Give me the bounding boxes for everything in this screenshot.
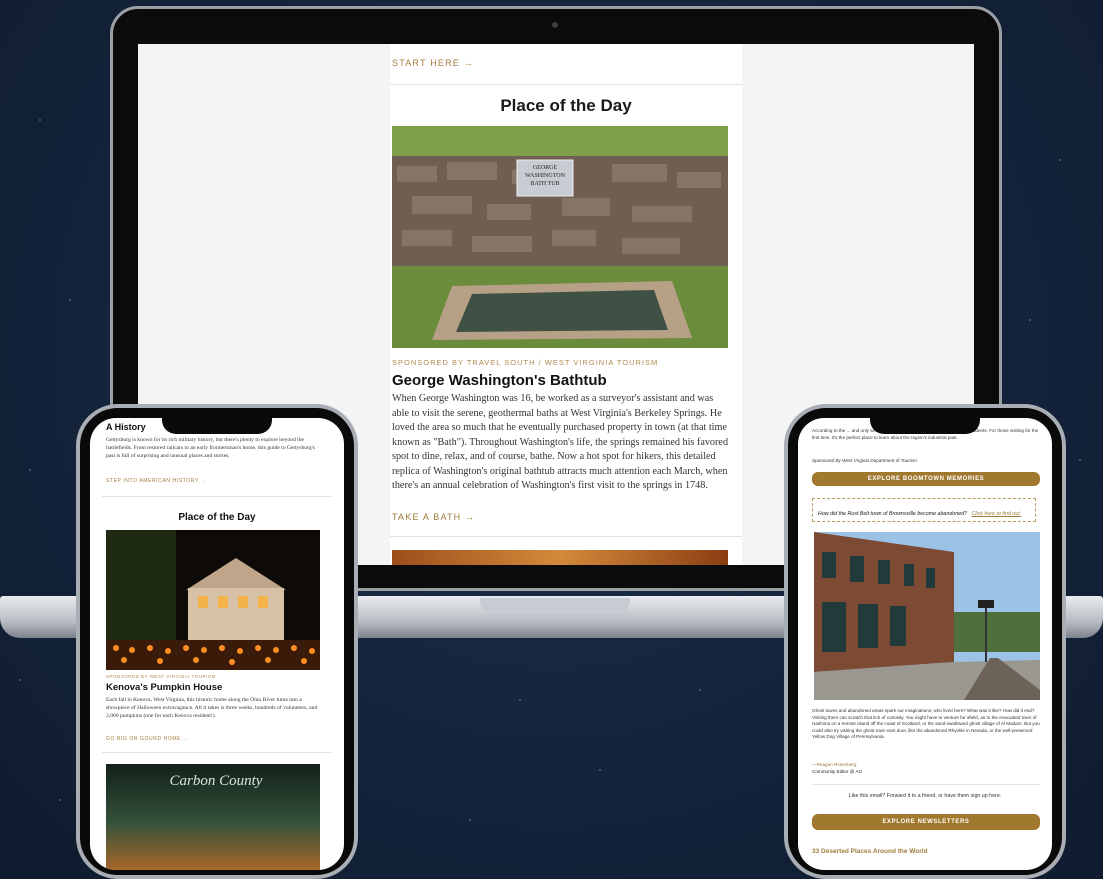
ghost-town-photo [814,532,1040,700]
sponsor-label: SPONSORED BY TRAVEL SOUTH / WEST VIRGINI… [392,358,659,367]
laptop-trackpad-notch [480,598,630,612]
callout-link[interactable]: Click here to find out. [971,511,1021,517]
pumpkin-body: Each fall in Kenova, West Virginia, this… [106,697,318,719]
american-history-link[interactable]: STEP INTO AMERICAN HISTORY → [106,478,206,484]
email-newsletter: START HERE → Place of the Day GEORGE WAS… [390,44,742,565]
divider [102,752,332,753]
next-article-photo [392,550,728,565]
left-phone-notch [162,414,272,434]
place-of-day-title: Place of the Day [178,512,256,523]
article-headline: George Washington's Bathtub [392,372,607,389]
tourism-sponsor: Sponsored By West Virginia Department of… [812,458,917,463]
carbon-county-poster: Carbon County [106,764,320,870]
pumpkin-headline: Kenova's Pumpkin House [106,682,223,693]
author-name: —Reagan Rosenberg [812,762,857,767]
gourd-home-link[interactable]: GO BIG OR GOURD HOME → [106,736,189,742]
author-role: Community Editor @ AO [812,769,863,774]
divider [390,84,742,85]
left-phone-screen: A History Gettysburg is known for its ri… [90,418,344,870]
pumpkin-house-photo [106,530,320,670]
history-heading: A History [106,422,146,432]
history-intro: Gettysburg is known for its rich militar… [106,437,315,459]
pumpkin-sponsor-label: SPONSORED BY WEST VIRGINIA TOURISM [106,674,216,679]
divider [390,536,742,537]
explore-newsletters-button[interactable]: EXPLORE NEWSLETTERS [812,814,1040,830]
right-phone-notch [870,414,980,434]
laptop-camera [552,22,558,28]
take-a-bath-link[interactable]: TAKE A BATH → [392,512,475,522]
callout-box: How did the Rust Belt town of Brownsvill… [812,498,1036,522]
divider [812,784,1040,785]
article-body: When George Washington was 16, be worked… [392,393,729,491]
divider [102,496,332,497]
deserted-places-title[interactable]: 33 Deserted Places Around the World [812,848,928,855]
bathtub-sign-text: GEORGE WASHINGTON BATH TUB [525,165,565,187]
section-title: Place of the Day [500,96,632,115]
share-text: Like this email? Forward it to a friend,… [848,793,1002,799]
poster-title: Carbon County [169,773,263,789]
right-phone-screen: According to the ... and only several, a… [798,418,1052,870]
callout-text: How did the Rust Belt town of Brownsvill… [818,511,967,517]
ghost-towns-body: Ghost towns and abandoned areas spark ou… [812,708,1040,739]
explore-boomtown-button[interactable]: EXPLORE BOOMTOWN MEMORIES [812,472,1040,486]
bathtub-photo: GEORGE WASHINGTON BATH TUB [392,126,728,348]
start-here-link[interactable]: START HERE → [392,58,474,68]
